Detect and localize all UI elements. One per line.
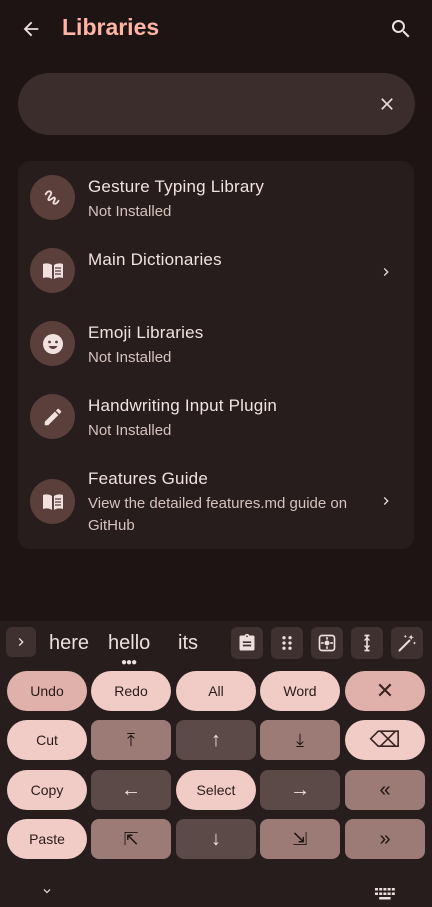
switch-keyboard-button[interactable]	[374, 887, 396, 901]
hide-keyboard-button[interactable]	[36, 883, 58, 899]
move-bottom-key[interactable]: ⤓	[260, 720, 340, 760]
clear-search-button[interactable]	[373, 90, 401, 118]
gesture-icon	[30, 175, 75, 220]
item-title: Emoji Libraries	[88, 323, 204, 342]
cut-key[interactable]: Cut	[7, 720, 87, 760]
chevron-right-icon	[376, 491, 396, 511]
word-right-key[interactable]: »	[345, 819, 425, 859]
item-subtitle: View the detailed features.md guide on G…	[88, 495, 348, 534]
list-item-features-guide[interactable]: Features Guide View the detailed feature…	[18, 453, 414, 549]
chevron-right-icon	[18, 638, 24, 646]
back-button[interactable]	[14, 12, 48, 46]
magic-button[interactable]	[391, 627, 423, 659]
magic-wand-icon	[398, 634, 417, 652]
chevron-right-icon	[376, 262, 396, 282]
cursor-button[interactable]	[351, 627, 383, 659]
list-item-main-dictionaries[interactable]: Main Dictionaries	[18, 234, 414, 307]
search-button[interactable]	[384, 12, 418, 46]
item-title: Main Dictionaries	[88, 250, 222, 269]
select-key[interactable]: Select	[176, 770, 256, 810]
emoji-icon	[30, 321, 75, 366]
item-subtitle: Not Installed	[88, 422, 172, 439]
select-button[interactable]	[311, 627, 343, 659]
text-cursor-icon	[364, 634, 370, 652]
arrow-right-key[interactable]: →	[260, 770, 340, 810]
move-top-key[interactable]: ⤒	[91, 720, 171, 760]
navigation-bar	[0, 873, 432, 907]
word-left-key[interactable]: «	[345, 770, 425, 810]
suggestion-strip: here hello ●●● its	[0, 621, 432, 668]
end-key[interactable]: ⇲	[260, 819, 340, 859]
libraries-list: Gesture Typing Library Not Installed Mai…	[18, 161, 414, 549]
item-title: Gesture Typing Library	[88, 177, 265, 196]
list-item-handwriting-plugin[interactable]: Handwriting Input Plugin Not Installed	[18, 380, 414, 453]
home-key[interactable]: ⇱	[91, 819, 171, 859]
paste-key[interactable]: Paste	[7, 819, 87, 859]
close-key[interactable]: ✕	[345, 671, 425, 711]
pencil-icon	[30, 394, 75, 439]
keyboard: here hello ●●● its Undo Redo All Word ✕ …	[0, 621, 432, 907]
backspace-key[interactable]: ⌫	[345, 720, 425, 760]
undo-key[interactable]: Undo	[7, 671, 87, 711]
suggestion[interactable]: hello	[108, 632, 150, 655]
book-icon	[30, 479, 75, 524]
close-icon	[381, 98, 393, 110]
item-subtitle: Not Installed	[88, 203, 172, 220]
item-subtitle: Not Installed	[88, 349, 172, 366]
search-icon	[391, 20, 410, 38]
page-title: Libraries	[62, 14, 160, 40]
arrow-left-key[interactable]: ←	[91, 770, 171, 810]
search-field	[18, 73, 415, 135]
suggestion[interactable]: its	[178, 632, 198, 655]
app-bar: Libraries	[0, 0, 432, 58]
apps-grid-icon	[282, 636, 292, 650]
chevron-down-icon	[43, 889, 51, 894]
arrow-up-key[interactable]: ↑	[176, 720, 256, 760]
item-title: Features Guide	[88, 469, 208, 488]
select-target-icon	[318, 634, 336, 652]
suggestion[interactable]: here	[49, 632, 89, 655]
apps-button[interactable]	[271, 627, 303, 659]
select-word-key[interactable]: Word	[260, 671, 340, 711]
book-icon	[30, 248, 75, 293]
clipboard-icon	[239, 633, 255, 651]
keyboard-icon	[375, 888, 395, 900]
more-suggestions-indicator: ●●●	[121, 657, 137, 668]
redo-key[interactable]: Redo	[91, 671, 171, 711]
clipboard-button[interactable]	[231, 627, 263, 659]
copy-key[interactable]: Copy	[7, 770, 87, 810]
select-all-key[interactable]: All	[176, 671, 256, 711]
list-item-gesture-typing[interactable]: Gesture Typing Library Not Installed	[18, 161, 414, 234]
item-title: Handwriting Input Plugin	[88, 396, 278, 415]
search-input[interactable]	[42, 73, 362, 135]
expand-toolbar-button[interactable]	[6, 627, 36, 657]
list-item-emoji-libraries[interactable]: Emoji Libraries Not Installed	[18, 307, 414, 380]
arrow-back-icon	[23, 21, 39, 37]
arrow-down-key[interactable]: ↓	[176, 819, 256, 859]
